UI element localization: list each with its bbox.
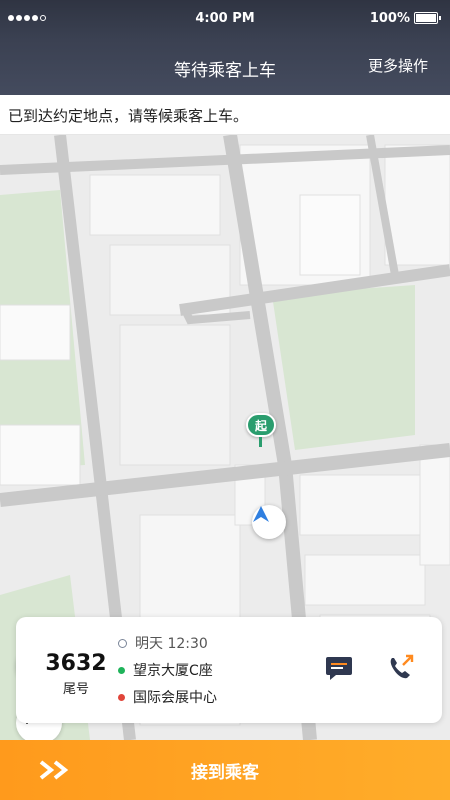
call-icon <box>390 654 414 679</box>
destination-row: 国际会展中心 <box>118 687 217 707</box>
pickup-time-row: 明天 12:30 <box>118 633 208 653</box>
tail-number: 3632 <box>45 651 107 676</box>
destination-address: 国际会展中心 <box>133 690 217 706</box>
picked-up-label: 接到乘客 <box>191 763 259 783</box>
clock-icon <box>118 638 127 648</box>
call-button[interactable] <box>386 654 416 682</box>
nav-bar: 等待乘客上车 更多操作 <box>0 40 450 95</box>
pickup-marker[interactable]: 起 <box>246 413 276 437</box>
picked-up-passenger-button[interactable]: 接到乘客 <box>0 740 450 800</box>
message-button[interactable] <box>324 654 354 682</box>
battery-percent: 100% <box>369 11 410 26</box>
passenger-tail-number: 3632 尾号 <box>30 651 122 697</box>
origin-dot-icon <box>118 666 125 674</box>
current-location-arrow-icon <box>252 505 286 539</box>
origin-address: 望京大厦C座 <box>133 663 213 679</box>
trip-info-card: 3632 尾号 明天 12:30 望京大厦C座 国际会展中心 <box>16 617 442 723</box>
origin-row: 望京大厦C座 <box>118 660 213 680</box>
more-actions-button[interactable]: 更多操作 <box>368 55 428 76</box>
destination-dot-icon <box>118 693 125 701</box>
status-bar: 4:00 PM 100% <box>0 0 450 40</box>
message-icon <box>326 657 352 680</box>
arrival-notice: 已到达约定地点，请等候乘客上车。 <box>0 95 450 135</box>
battery-icon <box>414 12 441 24</box>
pickup-marker-stem <box>259 437 262 447</box>
pickup-time: 明天 12:30 <box>135 636 208 652</box>
tail-label: 尾号 <box>62 682 89 697</box>
